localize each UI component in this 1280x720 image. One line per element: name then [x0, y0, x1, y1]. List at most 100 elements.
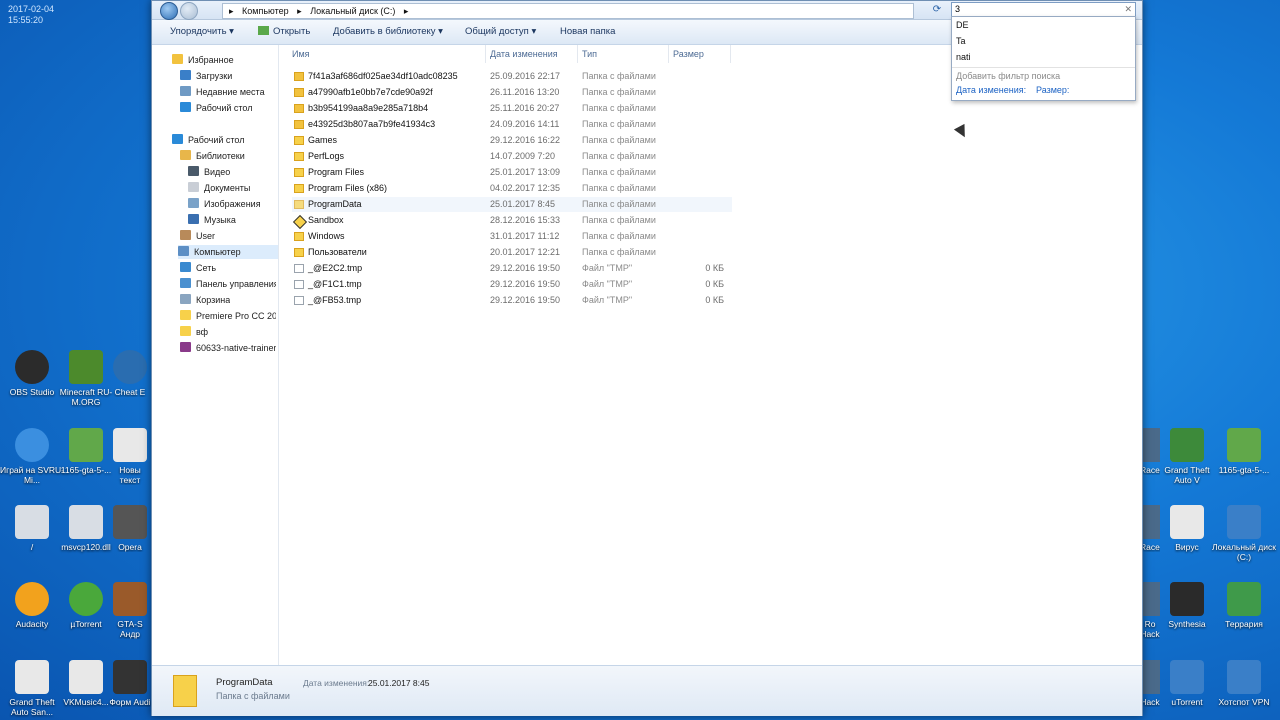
file-icon: [69, 660, 103, 694]
desktop-icon-local-disk[interactable]: Локальный диск (C:): [1212, 505, 1276, 562]
column-divider[interactable]: [668, 45, 669, 63]
desktop-icon-gta-andreas[interactable]: GTA-S Андр: [108, 582, 152, 639]
utorrent-icon: [69, 582, 103, 616]
file-row-selected[interactable]: ProgramData 25.01.2017 8:45 Папка с файлам…: [292, 197, 732, 212]
folder-icon: [294, 200, 304, 209]
refresh-icon[interactable]: ⟳: [930, 3, 944, 17]
column-divider[interactable]: [485, 45, 486, 63]
new-folder-button[interactable]: Новая папка: [560, 26, 615, 37]
navigation-pane: Избранное Загрузки Недавние места Рабочи…: [152, 45, 279, 665]
computer-icon: ▸: [229, 6, 234, 16]
audio-icon: [113, 660, 147, 694]
nav-documents[interactable]: Документы: [188, 181, 250, 195]
file-row[interactable]: a47990afb1e0bb7e7cde90a92f 26.11.2016 13:…: [292, 85, 732, 100]
document-icon: [1170, 505, 1204, 539]
nav-trainer[interactable]: 60633-native-trainer: [180, 341, 276, 355]
divider: [952, 67, 1135, 68]
nav-network[interactable]: Сеть: [180, 261, 216, 275]
terraria-icon: [1227, 582, 1261, 616]
search-suggestion[interactable]: Ta: [956, 34, 966, 48]
downloads-icon: [180, 70, 191, 80]
nav-desktop-root[interactable]: Рабочий стол: [172, 133, 245, 147]
open-button[interactable]: Открыть: [258, 26, 310, 37]
monitor-icon: [1227, 660, 1261, 694]
file-row[interactable]: 7f41a3af686df025ae34df10adc08235 25.09.20…: [292, 69, 732, 84]
file-row[interactable]: Пользователи 20.01.2017 12:21 Папка с файл…: [292, 245, 732, 260]
filter-size-link[interactable]: Размер:: [1036, 85, 1069, 95]
desktop-icon-gta5[interactable]: Grand Theft Auto V: [1155, 428, 1219, 485]
nav-desktop[interactable]: Рабочий стол: [180, 101, 253, 115]
nav-control-panel[interactable]: Панель управления: [180, 277, 276, 291]
filter-date-modified-link[interactable]: Дата изменения:: [956, 85, 1026, 95]
column-header-date[interactable]: Дата изменения: [490, 45, 558, 63]
back-button[interactable]: [160, 2, 178, 20]
search-input[interactable]: 3 ✕: [951, 2, 1136, 17]
desktop-icon-hotspot[interactable]: Хотспот VPN: [1212, 660, 1276, 707]
breadcrumb-computer[interactable]: Компьютер: [242, 6, 289, 16]
close-icon[interactable]: ✕: [1124, 3, 1132, 16]
images-icon: [188, 198, 199, 208]
folder-icon: [294, 184, 304, 193]
desktop-icon-format[interactable]: Форм Audi: [108, 660, 152, 707]
nav-premiere[interactable]: Premiere Pro CC 2015: [180, 309, 276, 323]
nav-downloads[interactable]: Загрузки: [180, 69, 232, 83]
folder-icon: [294, 136, 304, 145]
file-row[interactable]: _@FB53.tmp 29.12.2016 19:50 Файл "TMP" 0 КБ: [292, 293, 732, 308]
locked-folder-icon: [294, 104, 304, 113]
organize-button[interactable]: Упорядочить ▾: [170, 26, 234, 37]
file-icon: [15, 505, 49, 539]
nav-libraries[interactable]: Библиотеки: [180, 149, 245, 163]
nav-recycle-bin[interactable]: Корзина: [180, 293, 230, 307]
file-row[interactable]: b3b954199aa8a9e285a718b4 25.11.2016 20:27…: [292, 101, 732, 116]
file-row[interactable]: e43925d3b807aa7b9fe41934c3 24.09.2016 14:…: [292, 117, 732, 132]
breadcrumb-local-disk[interactable]: Локальный диск (C:): [310, 6, 395, 16]
nav-video[interactable]: Видео: [188, 165, 230, 179]
column-header-type[interactable]: Тип: [582, 45, 597, 63]
map-icon: [69, 428, 103, 462]
file-row[interactable]: _@E2C2.tmp 29.12.2016 19:50 Файл "TMP" 0 КБ: [292, 261, 732, 276]
add-to-library-button[interactable]: Добавить в библиотеку ▾: [333, 26, 443, 37]
file-row[interactable]: Windows 31.01.2017 11:12 Папка с файлами: [292, 229, 732, 244]
nav-vf[interactable]: вф: [180, 325, 208, 339]
forward-button[interactable]: [180, 2, 198, 20]
column-divider[interactable]: [577, 45, 578, 63]
desktop-icon-opera[interactable]: Opera: [108, 505, 152, 552]
search-suggestion[interactable]: DE: [956, 18, 969, 32]
locked-folder-icon: [294, 72, 304, 81]
details-pane: ProgramData Папка с файлами Дата изменен…: [152, 665, 1142, 716]
folder-icon: [294, 152, 304, 161]
nav-images[interactable]: Изображения: [188, 197, 261, 211]
share-button[interactable]: Общий доступ ▾: [465, 26, 536, 37]
nav-music[interactable]: Музыка: [188, 213, 236, 227]
search-suggestion[interactable]: nati: [956, 50, 971, 64]
explorer-window: ▸ Компьютер ▸ Локальный диск (C:) ▸ ⟳ 3 ✕…: [151, 0, 1143, 716]
star-icon: [172, 54, 183, 64]
file-row[interactable]: Games 29.12.2016 16:22 Папка с файлами: [292, 133, 732, 148]
nav-recent[interactable]: Недавние места: [180, 85, 265, 99]
gear-icon: [113, 350, 147, 384]
desktop-icon-virus[interactable]: Вирус: [1155, 505, 1219, 552]
desktop-icon-utorrent-right[interactable]: uTorrent: [1155, 660, 1219, 707]
column-divider[interactable]: [730, 45, 731, 63]
nav-favorites[interactable]: Избранное: [172, 53, 234, 67]
file-row[interactable]: PerfLogs 14.07.2009 7:20 Папка с файлами: [292, 149, 732, 164]
desktop-icon-terraria[interactable]: Террария: [1212, 582, 1276, 629]
nav-computer[interactable]: Компьютер: [178, 245, 278, 259]
nav-user[interactable]: User: [180, 229, 215, 243]
breadcrumb[interactable]: ▸ Компьютер ▸ Локальный диск (C:) ▸: [222, 3, 914, 19]
column-header-name[interactable]: Имя: [292, 45, 310, 63]
desktop-icon-synthesia[interactable]: Synthesia: [1155, 582, 1219, 629]
selected-item-type: Папка с файлами: [216, 691, 290, 701]
file-row[interactable]: Sandbox 28.12.2016 15:33 Папка с файлами: [292, 213, 732, 230]
desktop-icon-text[interactable]: Новы текст: [108, 428, 152, 485]
desktop-icon-cheat[interactable]: Cheat E: [108, 350, 152, 397]
file-row[interactable]: Program Files (x86) 04.02.2017 12:35 Папка…: [292, 181, 732, 196]
desktop-icon-gta-mod-right[interactable]: 1165-gta-5-...: [1212, 428, 1276, 475]
sandbox-icon: [292, 214, 308, 230]
file-row[interactable]: Program Files 25.01.2017 13:09 Папка с фай…: [292, 165, 732, 180]
open-icon: [258, 26, 269, 35]
search-filter-hint: Добавить фильтр поиска: [956, 71, 1061, 81]
folder-icon: [294, 168, 304, 177]
column-header-size[interactable]: Размер: [673, 45, 704, 63]
file-row[interactable]: _@F1C1.tmp 29.12.2016 19:50 Файл "TMP" 0 КБ: [292, 277, 732, 292]
